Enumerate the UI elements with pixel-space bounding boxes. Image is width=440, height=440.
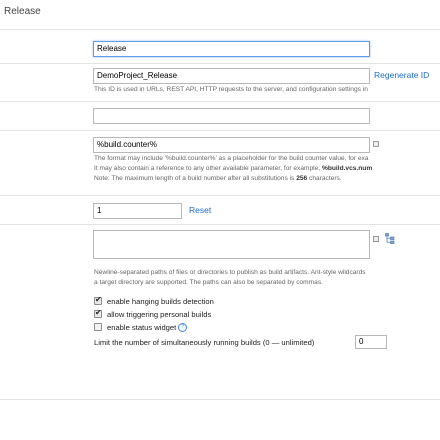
build-number-format-note-3: Note: The maximum length of a build numb… (94, 175, 342, 182)
section-divider (0, 224, 440, 225)
tree-browse-icon[interactable] (385, 231, 395, 249)
parameter-picker-icon[interactable] (373, 236, 379, 242)
build-number-format-input[interactable]: %build.counter% (93, 137, 370, 153)
section-divider (0, 399, 440, 400)
status-widget-label: enable status widget? (107, 323, 188, 332)
status-widget-checkbox[interactable] (94, 323, 102, 331)
build-number-format-note-2: It may also contain a reference to any o… (94, 165, 373, 172)
build-id-input[interactable]: DemoProject_Release (93, 68, 370, 84)
reset-counter-link[interactable]: Reset (189, 205, 211, 215)
concurrent-builds-limit-input[interactable]: 0 (355, 335, 387, 349)
section-divider (0, 63, 440, 64)
build-counter-input[interactable]: 1 (93, 203, 182, 219)
help-icon[interactable]: ? (178, 323, 188, 332)
hanging-builds-label: enable hanging builds detection (107, 297, 214, 306)
hanging-builds-checkbox[interactable]: ✔ (94, 295, 102, 305)
parameter-picker-icon[interactable] (373, 141, 379, 147)
build-number-format-note-1: The format may include '%build.counter%'… (94, 155, 369, 162)
section-divider (0, 29, 440, 30)
artifact-paths-textarea[interactable] (93, 230, 370, 259)
build-name-input[interactable]: Release (93, 41, 370, 57)
artifact-paths-note-2: a target directory are supported. The pa… (94, 279, 323, 286)
section-divider (0, 195, 440, 196)
personal-builds-checkbox[interactable]: ✔ (94, 308, 102, 318)
artifact-paths-note-1: Newline-separated paths of files or dire… (94, 269, 366, 276)
section-divider (0, 101, 440, 102)
description-input[interactable] (93, 108, 370, 124)
section-divider (0, 130, 440, 131)
concurrent-builds-limit-label: Limit the number of simultaneously runni… (94, 338, 315, 347)
build-id-hint: This ID is used in URLs, REST API, HTTP … (94, 86, 368, 93)
build-configuration-general-settings: Release Release DemoProject_Release Rege… (0, 0, 440, 440)
regenerate-id-link[interactable]: Regenerate ID (374, 70, 429, 80)
checkmark-icon: ✔ (95, 295, 102, 304)
page-title: Release (4, 6, 41, 17)
personal-builds-label: allow triggering personal builds (107, 310, 212, 319)
checkmark-icon: ✔ (95, 308, 102, 317)
